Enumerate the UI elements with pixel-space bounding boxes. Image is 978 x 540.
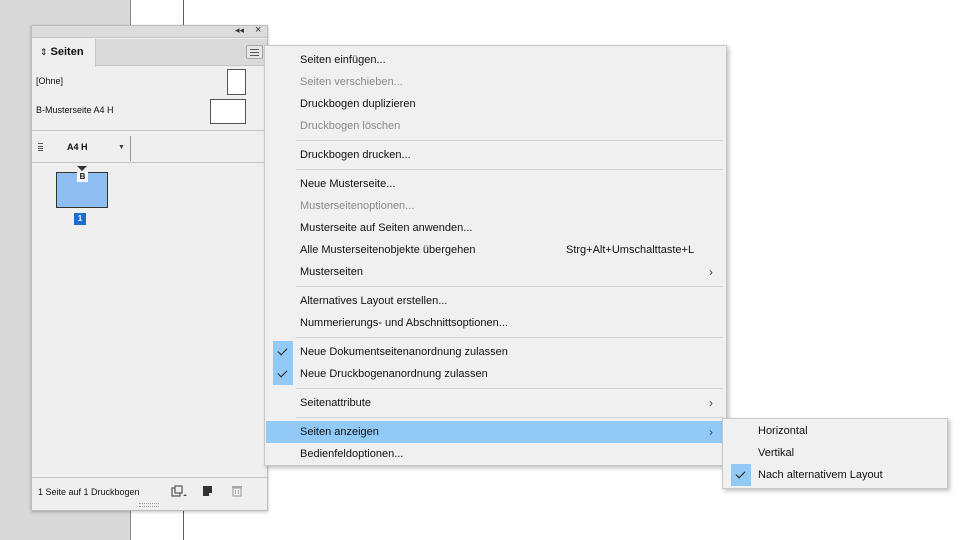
menu-item-label: Alternatives Layout erstellen... xyxy=(300,295,448,307)
menu-item-allow-document-pages-shuffle[interactable]: Neue Dokumentseitenanordnung zulassen xyxy=(266,341,727,363)
master-item-label: B-Musterseite A4 H xyxy=(36,105,114,115)
close-panel-icon[interactable]: × xyxy=(255,24,261,36)
menu-item-label: Druckbogen duplizieren xyxy=(300,98,416,110)
menu-item-label: Vertikal xyxy=(758,447,795,459)
tab-pages-label: Seiten xyxy=(50,46,84,58)
panel-titlebar[interactable]: ◂◂ × xyxy=(32,24,267,38)
panel-tab-row: ⇕ Seiten xyxy=(32,39,267,67)
menu-item-label: Bedienfeldoptionen... xyxy=(300,448,404,460)
delete-page-icon[interactable] xyxy=(231,485,243,497)
menu-item-master-options: Musterseitenoptionen... xyxy=(266,195,727,217)
tab-pages[interactable]: ⇕ Seiten xyxy=(32,39,96,67)
menu-lines-icon-line xyxy=(250,55,259,56)
view-options-icon[interactable] xyxy=(38,143,43,151)
menu-item-label: Musterseitenoptionen... xyxy=(300,200,415,212)
menu-separator xyxy=(296,169,723,170)
menu-item-label: Druckbogen löschen xyxy=(300,120,401,132)
menu-item-label: Musterseite auf Seiten anwenden... xyxy=(300,222,473,234)
master-thumbnail-none[interactable] xyxy=(227,69,246,95)
menu-item-label: Nummerierungs- und Abschnittsoptionen... xyxy=(300,317,508,329)
new-page-icon[interactable] xyxy=(202,485,214,497)
submenu-item-horizontal[interactable]: Horizontal xyxy=(724,420,948,442)
double-arrow-icon: ⇕ xyxy=(40,47,48,57)
menu-item-label: Neue Druckbogenanordnung zulassen xyxy=(300,368,488,380)
master-item-label: [Ohne] xyxy=(36,76,64,86)
menu-item-apply-master[interactable]: Musterseite auf Seiten anwenden... xyxy=(266,217,727,239)
selector-separator xyxy=(130,136,131,161)
submenu-item-by-alternate-layout[interactable]: Nach alternativem Layout xyxy=(724,464,948,486)
menu-separator xyxy=(296,388,723,389)
menu-item-label: Seiten anzeigen xyxy=(300,426,379,438)
menu-separator xyxy=(296,337,723,338)
menu-item-label: Seitenattribute xyxy=(300,397,371,409)
menu-item-override-master-items[interactable]: Alle Musterseitenobjekte übergehen Strg+… xyxy=(266,239,727,261)
checkmark-icon xyxy=(273,341,293,363)
menu-item-insert-pages[interactable]: Seiten einfügen... xyxy=(266,49,727,71)
submenu-item-vertical[interactable]: Vertikal xyxy=(724,442,948,464)
chevron-right-icon: › xyxy=(709,425,713,439)
panel-footer: 1 Seite auf 1 Druckbogen xyxy=(32,477,267,503)
checkmark-icon xyxy=(731,464,751,486)
chevron-right-icon: › xyxy=(709,265,713,279)
menu-item-panel-options[interactable]: Bedienfeldoptionen... xyxy=(266,443,727,465)
menu-lines-icon-line xyxy=(250,52,259,53)
menu-item-label: Neue Dokumentseitenanordnung zulassen xyxy=(300,346,508,358)
menu-item-label: Neue Musterseite... xyxy=(300,178,396,190)
menu-item-numbering-section-options[interactable]: Nummerierungs- und Abschnittsoptionen... xyxy=(266,312,727,334)
chevron-down-icon[interactable]: ▼ xyxy=(118,144,125,151)
menu-item-label: Seiten verschieben... xyxy=(300,76,403,88)
menu-separator xyxy=(296,140,723,141)
view-pages-submenu: Horizontal Vertikal Nach alternativem La… xyxy=(722,418,948,489)
menu-item-view-pages[interactable]: Seiten anzeigen › xyxy=(266,421,727,443)
spread-marker-icon xyxy=(77,166,87,171)
menu-item-page-attributes[interactable]: Seitenattribute › xyxy=(266,392,727,414)
menu-item-label: Druckbogen drucken... xyxy=(300,149,411,161)
edit-page-size-icon[interactable] xyxy=(171,485,189,497)
menu-item-new-master[interactable]: Neue Musterseite... xyxy=(266,173,727,195)
menu-item-masters-submenu[interactable]: Musterseiten › xyxy=(266,261,727,283)
menu-lines-icon xyxy=(250,49,259,50)
chevron-right-icon: › xyxy=(709,396,713,410)
panel-menu-button[interactable] xyxy=(246,45,263,59)
page-size-value[interactable]: A4 H xyxy=(67,142,88,152)
pages-panel-flyout-menu: Seiten einfügen... Seiten verschieben...… xyxy=(264,45,727,466)
menu-item-label: Musterseiten xyxy=(300,266,363,278)
pages-panel: ◂◂ × ⇕ Seiten [Ohne] B-Musterseite A4 H A… xyxy=(31,24,268,511)
menu-item-move-pages: Seiten verschieben... xyxy=(266,71,727,93)
menu-item-label: Nach alternativem Layout xyxy=(758,469,883,481)
checkmark-icon xyxy=(273,363,293,385)
page-size-selector-row: A4 H ▼ xyxy=(32,132,267,162)
panel-divider xyxy=(32,162,267,163)
page-number-badge: 1 xyxy=(74,213,86,225)
menu-item-label: Horizontal xyxy=(758,425,808,437)
menu-item-label: Seiten einfügen... xyxy=(300,54,386,66)
menu-item-shortcut: Strg+Alt+Umschalttaste+L xyxy=(566,244,695,256)
status-text: 1 Seite auf 1 Druckbogen xyxy=(38,487,140,497)
menu-item-duplicate-spread[interactable]: Druckbogen duplizieren xyxy=(266,93,727,115)
menu-item-label: Alle Musterseitenobjekte übergehen xyxy=(300,244,476,256)
menu-item-delete-spread: Druckbogen löschen xyxy=(266,115,727,137)
menu-separator xyxy=(296,286,723,287)
menu-separator xyxy=(296,417,723,418)
applied-master-letter: B xyxy=(77,172,88,182)
resize-grip[interactable] xyxy=(139,503,159,507)
collapse-panel-icon[interactable]: ◂◂ xyxy=(235,25,244,36)
menu-item-create-alternate-layout[interactable]: Alternatives Layout erstellen... xyxy=(266,290,727,312)
panel-divider[interactable] xyxy=(32,130,267,131)
menu-item-print-spread[interactable]: Druckbogen drucken... xyxy=(266,144,727,166)
master-thumbnail-b[interactable] xyxy=(210,99,246,124)
menu-item-allow-spreads-shuffle[interactable]: Neue Druckbogenanordnung zulassen xyxy=(266,363,727,385)
